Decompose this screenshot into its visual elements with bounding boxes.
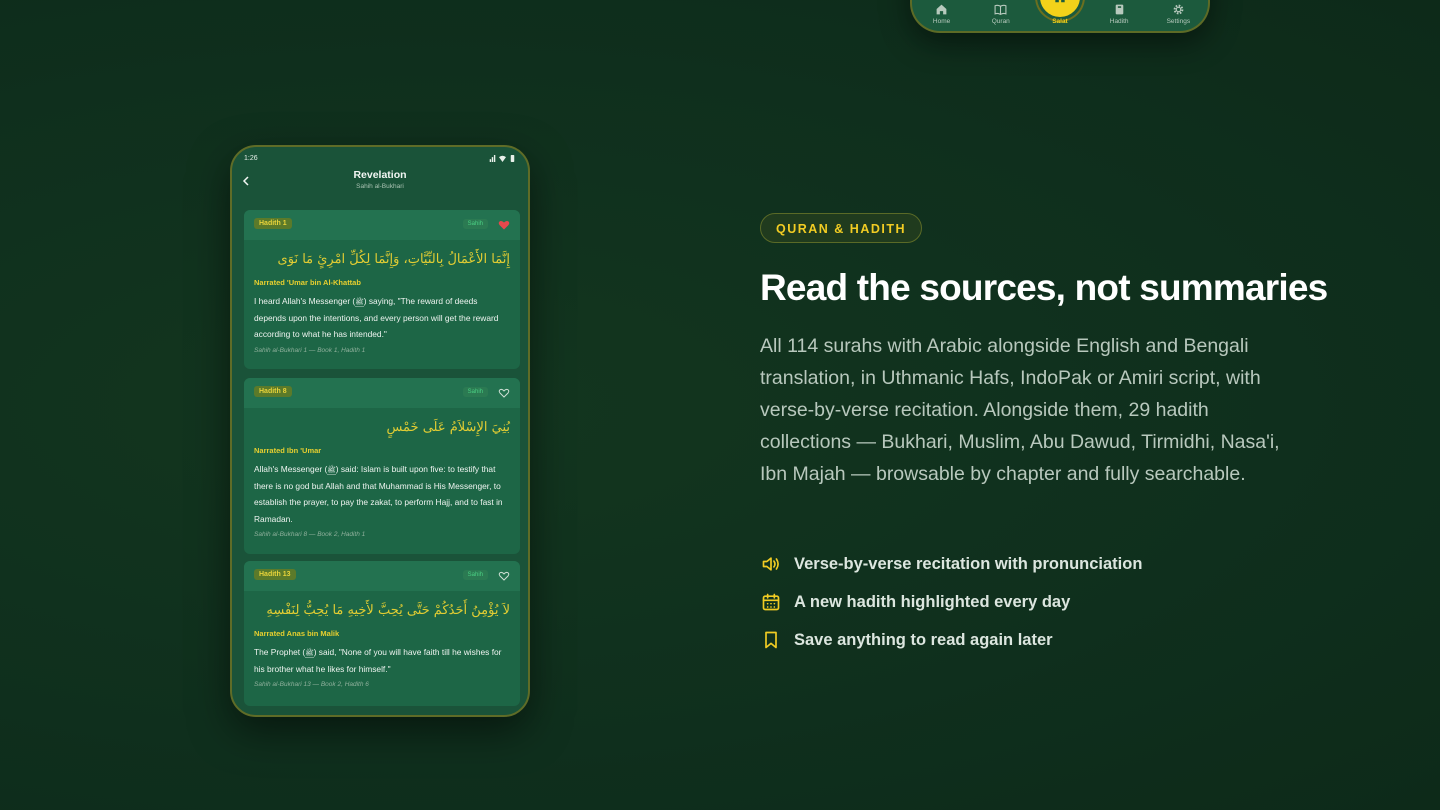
hadith-card[interactable]: Hadith 1 Sahih إِنَّمَا الأَعْمَالُ بِال… [244, 210, 520, 369]
book-open-icon [994, 4, 1007, 16]
heart-outline-icon[interactable] [498, 570, 510, 582]
nav-item-hadith[interactable]: Hadith [1091, 3, 1147, 25]
hadith-number-badge: Hadith 1 [254, 218, 292, 229]
grade-badge: Sahih [462, 570, 488, 580]
book-icon [1115, 4, 1123, 15]
feature-list: Verse-by-verse recitation with pronuncia… [760, 545, 1320, 659]
section-description: All 114 surahs with Arabic alongside Eng… [760, 335, 1280, 485]
home-icon [936, 4, 947, 15]
status-time: 1:26 [244, 154, 258, 162]
hadith-card[interactable]: Hadith 13 Sahih لاَ يُؤْمِنُ أَحَدُكُمْ … [244, 561, 520, 706]
nav-item-home[interactable]: Home [914, 3, 970, 25]
calendar-icon [760, 591, 782, 613]
hadith-reference: Sahih al-Bukhari 1 — Book 1, Hadith 1 [254, 346, 366, 354]
hadith-card-header: Hadith 13 Sahih [244, 561, 520, 591]
arabic-text: بُنِيَ الإِسْلاَمُ عَلَى خَمْسٍ [386, 420, 510, 435]
translation-text: I heard Allah's Messenger (ﷺ) saying, "T… [244, 287, 520, 343]
nav-item-salat[interactable]: Salat [1032, 0, 1088, 25]
nav-active-bubble [1036, 0, 1083, 20]
hadith-card[interactable]: Hadith 8 Sahih بُنِيَ الإِسْلاَمُ عَلَى … [244, 378, 520, 554]
page: Home Quran Salat Hadith Settings 1:26 Re… [0, 0, 1440, 810]
hadith-number-badge: Hadith 8 [254, 386, 292, 397]
hadith-number-badge: Hadith 13 [254, 569, 296, 580]
translation-part: Allah's Messenger ( [254, 464, 328, 474]
narrator: Narrated Ibn 'Umar [254, 446, 322, 455]
feature-item: Save anything to read again later [760, 621, 1320, 659]
top-phone-mockup: Home Quran Salat Hadith Settings [910, 0, 1210, 33]
translation-part: The Prophet ( [254, 647, 306, 657]
narrator: Narrated 'Umar bin Al-Khattab [254, 278, 361, 287]
status-icons [489, 154, 516, 162]
nav-label: Salat [1052, 18, 1068, 25]
feature-text: Verse-by-verse recitation with pronuncia… [794, 554, 1143, 573]
grade-badge: Sahih [462, 219, 488, 229]
feature-item: A new hadith highlighted every day [760, 583, 1320, 621]
page-title: Revelation [353, 169, 407, 181]
feature-text: Save anything to read again later [794, 630, 1053, 649]
pbuh-calligraphy: ﷺ [355, 298, 364, 307]
hadith-card-header: Hadith 1 Sahih [244, 210, 520, 240]
battery-icon [510, 154, 515, 162]
chevron-left-icon [242, 176, 249, 186]
speaker-icon [760, 553, 782, 575]
pbuh-calligraphy: ﷺ [327, 466, 336, 475]
nav-label: Quran [991, 18, 1010, 25]
section-headline: Read the sources, not summaries [760, 267, 1328, 308]
status-bar: 1:26 [244, 153, 516, 163]
hadith-reference: Sahih al-Bukhari 8 — Book 2, Hadith 1 [254, 531, 366, 538]
heart-filled-icon[interactable] [498, 219, 510, 231]
translation-text: The Prophet (ﷺ) said, "None of you will … [244, 638, 520, 677]
translation-text: Allah's Messenger (ﷺ) said: Islam is bui… [244, 455, 520, 527]
nav-item-quran[interactable]: Quran [973, 3, 1029, 25]
phone-mockup: 1:26 Revelation Sahih al-Bukhari Hadith … [230, 145, 530, 717]
mosque-icon [1055, 0, 1065, 3]
wifi-icon [499, 155, 506, 162]
gear-icon [1173, 4, 1184, 15]
bookmark-icon [760, 629, 782, 651]
translation-part: I heard Allah's Messenger ( [254, 296, 356, 306]
feature-text: A new hadith highlighted every day [794, 592, 1071, 611]
bottom-nav: Home Quran Salat Hadith Settings [912, 0, 1208, 25]
nav-label: Home [932, 18, 951, 25]
nav-label: Hadith [1109, 18, 1129, 25]
signal-icon [489, 154, 496, 162]
hadith-reference: Sahih al-Bukhari 13 — Book 2, Hadith 6 [254, 681, 369, 688]
nav-item-settings[interactable]: Settings [1150, 3, 1206, 25]
app-header: Revelation Sahih al-Bukhari [232, 169, 528, 199]
back-button[interactable] [238, 173, 254, 189]
arabic-text: إِنَّمَا الأَعْمَالُ بِالنِّيَّاتِ، وَإِ… [277, 252, 510, 267]
page-subtitle: Sahih al-Bukhari [356, 183, 404, 190]
section-tag: QURAN & HADITH [760, 213, 923, 243]
pbuh-calligraphy: ﷺ [305, 649, 314, 658]
grade-badge: Sahih [462, 387, 488, 397]
narrator: Narrated Anas bin Malik [254, 629, 340, 638]
arabic-text: لاَ يُؤْمِنُ أَحَدُكُمْ حَتَّى يُحِبَّ ل… [266, 603, 510, 618]
heart-outline-icon[interactable] [498, 387, 510, 399]
hadith-card-header: Hadith 8 Sahih [244, 378, 520, 408]
feature-item: Verse-by-verse recitation with pronuncia… [760, 545, 1320, 583]
nav-label: Settings [1166, 18, 1191, 25]
